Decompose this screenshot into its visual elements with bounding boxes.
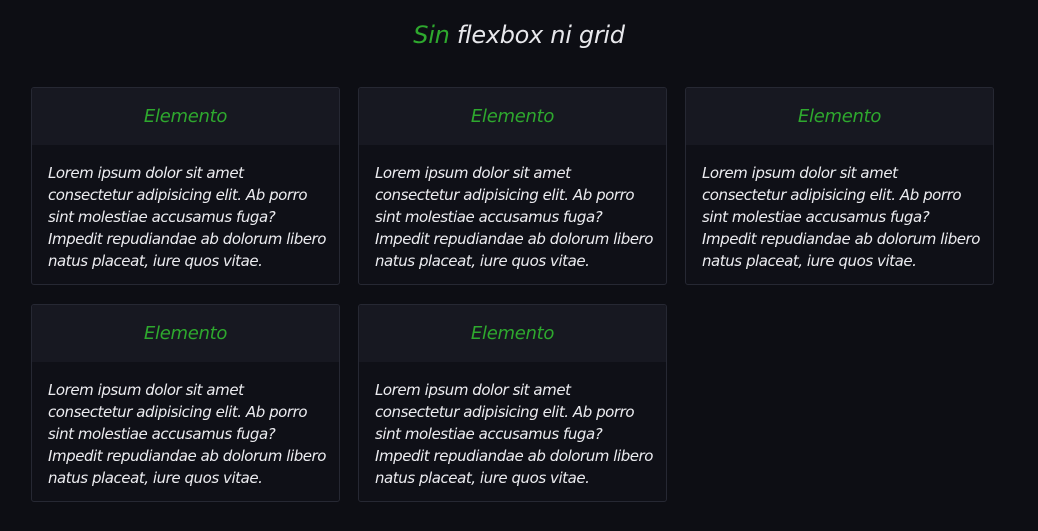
card-header: Elemento bbox=[359, 88, 666, 145]
card-body: Lorem ipsum dolor sit amet consectetur a… bbox=[375, 164, 654, 270]
card-5: Elemento Lorem ipsum dolor sit amet cons… bbox=[358, 304, 667, 502]
page-title-accent: Sin bbox=[413, 21, 450, 49]
card-1: Elemento Lorem ipsum dolor sit amet cons… bbox=[31, 87, 340, 285]
card-header: Elemento bbox=[32, 88, 339, 145]
card-4: Elemento Lorem ipsum dolor sit amet cons… bbox=[31, 304, 340, 502]
card-body: Lorem ipsum dolor sit amet consectetur a… bbox=[375, 381, 654, 487]
card-header: Elemento bbox=[359, 305, 666, 362]
card-header: Elemento bbox=[686, 88, 993, 145]
card-body: Lorem ipsum dolor sit amet consectetur a… bbox=[48, 164, 327, 270]
card-body: Lorem ipsum dolor sit amet consectetur a… bbox=[48, 381, 327, 487]
card-3: Elemento Lorem ipsum dolor sit amet cons… bbox=[685, 87, 994, 285]
card-2: Elemento Lorem ipsum dolor sit amet cons… bbox=[358, 87, 667, 285]
card-header: Elemento bbox=[32, 305, 339, 362]
card-body: Lorem ipsum dolor sit amet consectetur a… bbox=[702, 164, 981, 270]
page-title: Sin flexbox ni grid bbox=[0, 19, 1038, 51]
page-title-rest: flexbox ni grid bbox=[449, 21, 625, 49]
